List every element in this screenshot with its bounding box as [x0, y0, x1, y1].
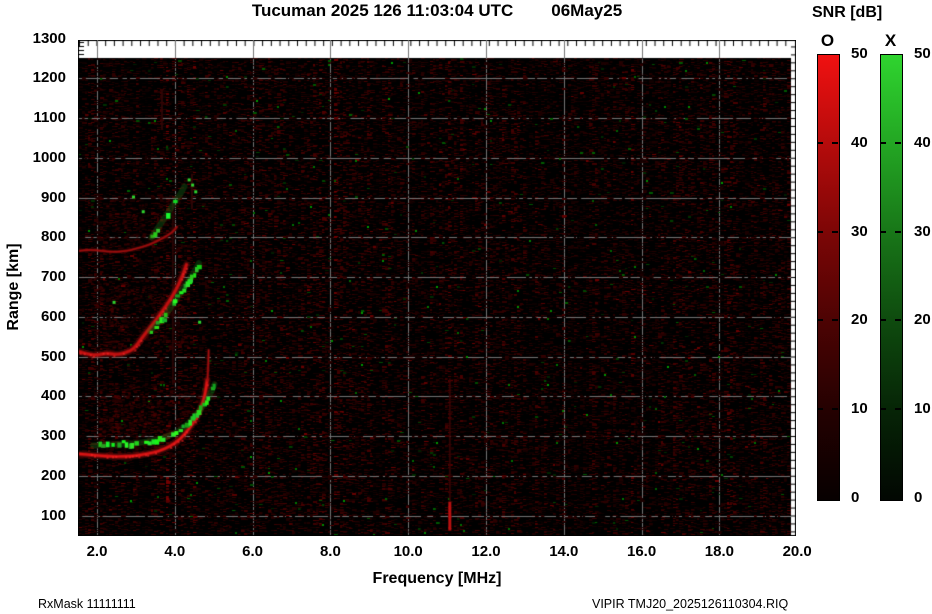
colorbar-tick-dash [880, 408, 886, 411]
colorbar-o-tick-label: 30 [851, 222, 868, 240]
colorbar-tick-dash [817, 408, 823, 411]
x-tick-label: 2.0 [86, 543, 108, 560]
colorbar-x-tick-label: 20 [914, 311, 931, 329]
x-tick-label: 10.0 [393, 543, 423, 560]
x-tick-label: 14.0 [549, 543, 579, 560]
colorbar-tick-dash [895, 408, 901, 411]
y-tick-label: 1300 [32, 29, 66, 47]
colorbar-o-gradient [817, 54, 840, 501]
title-date: 06May25 [551, 1, 623, 20]
colorbar-tick-dash [832, 230, 838, 233]
x-tick-label: 6.0 [242, 543, 264, 560]
colorbar-x-tick-label: 0 [914, 489, 923, 506]
colorbar-tick-dash [880, 141, 886, 144]
colorbar-o-tick-label: 40 [851, 133, 868, 151]
colorbar-x-tick-label: 40 [914, 133, 931, 151]
colorbar-x-gradient [880, 54, 903, 501]
colorbar-o-tick-label: 20 [851, 311, 868, 329]
x-tick-label: 8.0 [319, 543, 341, 560]
colorbar-x-label: X [884, 31, 897, 50]
colorbar-x-tick-label: 10 [914, 400, 931, 418]
colorbar-tick-dash [832, 319, 838, 322]
colorbar-tick-dash [817, 141, 823, 144]
colorbar-title: SNR [dB] [812, 4, 883, 21]
y-tick-label: 100 [40, 506, 66, 524]
y-tick-label: 1100 [33, 109, 66, 126]
colorbar-o-label: O [820, 31, 835, 50]
x-tick-label: 20.0 [782, 543, 812, 560]
colorbar-x-tick-label: 50 [914, 45, 931, 62]
rxmask-annotation: RxMask 11111111 [38, 597, 136, 611]
title-station-time: Tucuman 2025 126 11:03:04 UTC [251, 1, 514, 20]
source-file-annotation: VIPIR TMJ20_2025126110304.RIQ [592, 597, 789, 611]
y-tick-label: 1200 [32, 69, 66, 87]
y-axis-label: Range [km] [5, 243, 22, 331]
y-tick-label: 200 [40, 466, 66, 484]
x-tick-label: 4.0 [164, 543, 186, 560]
colorbar-tick-dash [817, 230, 823, 233]
ionogram-app: Tucuman 2025 126 11:03:04 UTC 06May25 SNR… [0, 0, 932, 614]
colorbar-tick-dash [832, 141, 838, 144]
x-tick-label: 16.0 [626, 543, 657, 560]
colorbar-tick-dash [895, 319, 901, 322]
x-tick-label: 12.0 [471, 543, 501, 560]
x-tick-label: 18.0 [704, 543, 734, 560]
colorbar-x-tick-label: 30 [914, 222, 931, 240]
colorbar-tick-dash [817, 319, 823, 322]
colorbar-tick-dash [832, 408, 838, 411]
colorbar-o-tick-label: 50 [851, 45, 868, 62]
colorbar-tick-dash [895, 141, 901, 144]
y-tick-label: 400 [40, 387, 66, 405]
colorbar-tick-dash [895, 230, 901, 233]
colorbar-o-tick-label: 10 [851, 400, 868, 418]
colorbar-o-tick-label: 0 [851, 489, 860, 506]
y-tick-label: 300 [40, 427, 66, 444]
x-axis-label: Frequency [MHz] [372, 570, 502, 587]
y-tick-label: 1000 [32, 148, 66, 166]
colorbar-tick-dash [880, 319, 886, 322]
ionogram-canvas [78, 40, 796, 536]
page-title: Tucuman 2025 126 11:03:04 UTC 06May25 [78, 1, 796, 21]
colorbar-tick-dash [880, 230, 886, 233]
